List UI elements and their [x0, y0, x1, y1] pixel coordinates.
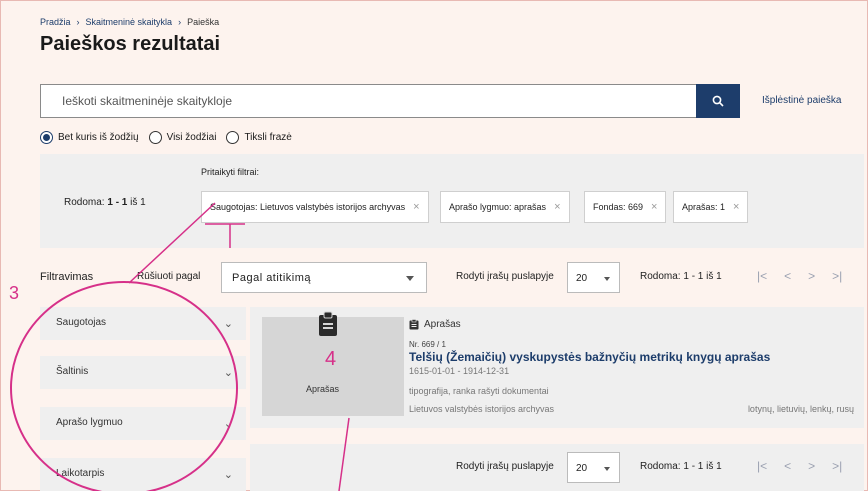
annotation-label: 3 [9, 283, 20, 303]
annotation-arrow-line [338, 417, 350, 491]
annotation-arrow-line [128, 202, 216, 284]
annotation-label: 4 [325, 348, 337, 370]
annotation-ellipse [10, 281, 238, 491]
annotation-overlay [10, 202, 350, 491]
